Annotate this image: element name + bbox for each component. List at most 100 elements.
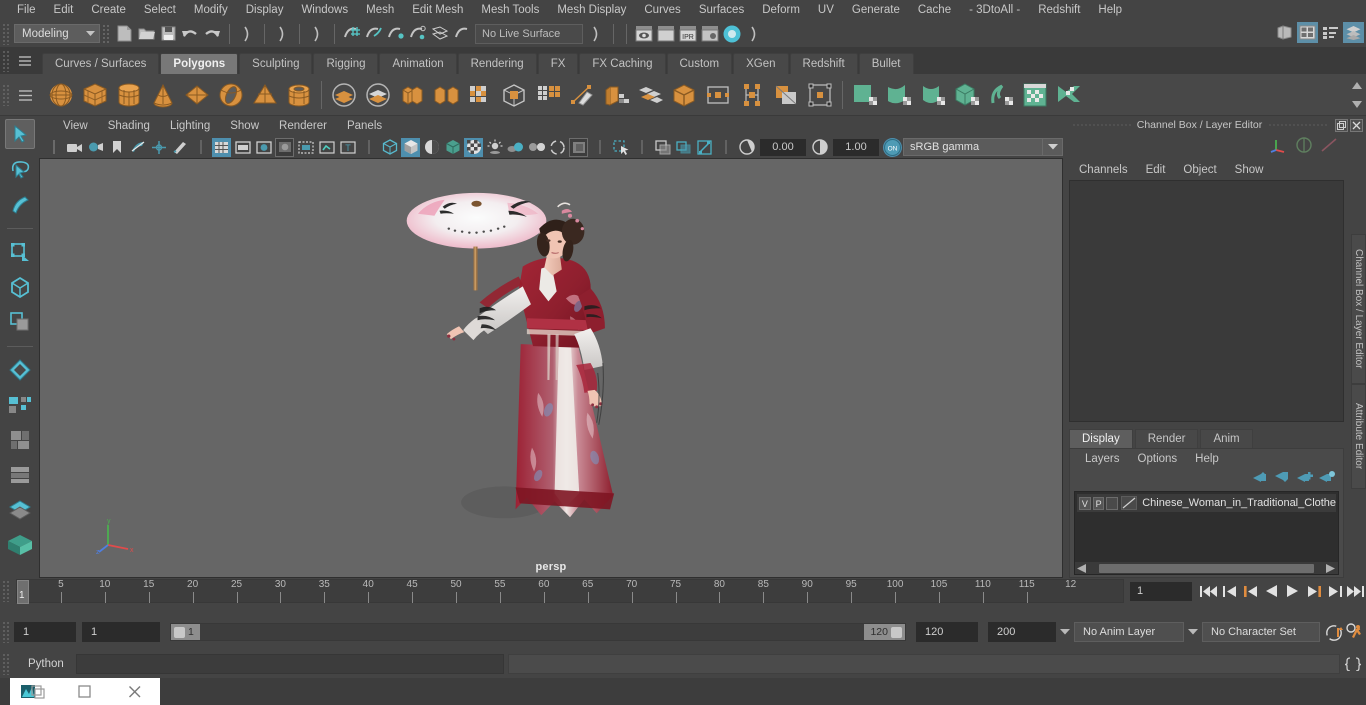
command-line-grip[interactable]	[2, 653, 11, 675]
axis-gizmo-icon[interactable]	[1270, 137, 1288, 158]
layer-tab-anim[interactable]: Anim	[1200, 429, 1253, 448]
undock-panel-icon[interactable]	[1335, 118, 1348, 132]
animation-end-time-field[interactable]: 200	[988, 622, 1056, 642]
unfold-icon[interactable]	[984, 78, 1018, 112]
textured-icon[interactable]	[443, 138, 462, 157]
menu-item-uv[interactable]: UV	[809, 0, 843, 20]
boolean-difference-icon[interactable]	[361, 78, 395, 112]
step-forward-frame-icon[interactable]	[1303, 581, 1324, 602]
grid-toggle-icon[interactable]	[212, 137, 231, 157]
separate-icon[interactable]	[429, 78, 463, 112]
menu-item-select[interactable]: Select	[135, 0, 185, 20]
live-surface-field[interactable]: No Live Surface	[475, 23, 583, 44]
redo-icon[interactable]	[201, 23, 223, 45]
menu-item-create[interactable]: Create	[82, 0, 135, 20]
ambient-occlusion-icon[interactable]	[506, 138, 525, 157]
two-d-pan-zoom-icon[interactable]	[149, 138, 168, 157]
select-by-component-icon[interactable]	[306, 23, 328, 45]
select-by-object-icon[interactable]	[271, 23, 293, 45]
channel-menu-object[interactable]: Object	[1174, 160, 1225, 180]
fill-hole-icon[interactable]	[803, 78, 837, 112]
menu-item-redshift[interactable]: Redshift	[1029, 0, 1089, 20]
multi-cut-icon[interactable]	[565, 78, 599, 112]
layer-list-horizontal-scrollbar[interactable]	[1075, 562, 1338, 574]
spherical-map-icon[interactable]	[950, 78, 984, 112]
auto-keyframe-toggle-icon[interactable]	[1324, 622, 1345, 643]
gate-mask-icon[interactable]	[275, 137, 294, 157]
shelf-options-menu-icon[interactable]	[14, 84, 36, 106]
layer-visibility-toggle[interactable]: V	[1079, 496, 1091, 510]
uv-editor-icon[interactable]	[848, 78, 882, 112]
panel-menu-view[interactable]: View	[53, 116, 98, 136]
range-start-grip[interactable]	[174, 626, 185, 638]
select-tool-button[interactable]	[4, 119, 35, 149]
poly-pyramid-icon[interactable]	[248, 78, 282, 112]
save-scene-icon[interactable]	[157, 23, 179, 45]
cylindrical-map-icon[interactable]	[916, 78, 950, 112]
animation-preferences-icon[interactable]	[1345, 622, 1366, 643]
command-language-label[interactable]: Python	[14, 658, 76, 670]
motion-blur-icon[interactable]	[527, 138, 546, 157]
poly-pipe-icon[interactable]	[282, 78, 316, 112]
last-tool-used-button[interactable]	[5, 355, 35, 385]
offset-edge-loop-icon[interactable]	[701, 78, 735, 112]
smooth-icon[interactable]	[531, 78, 565, 112]
menu-item-curves[interactable]: Curves	[635, 0, 689, 20]
character-set-selector[interactable]: No Character Set	[1202, 622, 1320, 642]
menu-item-windows[interactable]: Windows	[292, 0, 357, 20]
menu-item-help[interactable]: Help	[1089, 0, 1131, 20]
move-layer-up-icon[interactable]	[1252, 470, 1269, 489]
snap-to-view-plane-icon[interactable]	[451, 23, 473, 45]
time-slider-current-frame-marker[interactable]: 1	[17, 580, 29, 604]
extrude-icon[interactable]	[463, 78, 497, 112]
layer-menu-help[interactable]: Help	[1186, 449, 1228, 469]
view-cube-icon[interactable]	[5, 530, 35, 560]
circle-tool-icon[interactable]	[1296, 136, 1312, 158]
wireframe-icon[interactable]	[380, 138, 399, 157]
layer-name-label[interactable]: Chinese_Woman_in_Traditional_Clothes_A_	[1142, 497, 1336, 509]
color-management-on-icon[interactable]: ON	[883, 137, 902, 157]
shelf-tab-animation[interactable]: Animation	[379, 53, 457, 74]
side-tab-attribute-editor[interactable]: Attribute Editor	[1351, 384, 1366, 489]
select-by-hierarchy-icon-3[interactable]	[743, 23, 765, 45]
menu-item-display[interactable]: Display	[237, 0, 293, 20]
script-editor-icon[interactable]	[1340, 653, 1366, 675]
hypershade-icon[interactable]	[721, 23, 743, 45]
tool-settings-icon[interactable]	[1343, 22, 1364, 43]
redo-render-icon[interactable]	[655, 23, 677, 45]
bridge-icon[interactable]	[769, 78, 803, 112]
channel-box-layer-editor-icon[interactable]	[1297, 22, 1318, 43]
shelf-tab-rendering[interactable]: Rendering	[457, 53, 537, 74]
lasso-select-tool-button[interactable]	[5, 154, 35, 184]
new-scene-icon[interactable]	[113, 23, 135, 45]
color-profile-chevron-down-icon[interactable]	[1043, 138, 1063, 156]
channel-box-list[interactable]	[1069, 180, 1344, 422]
safe-title-icon[interactable]: T	[338, 138, 357, 157]
range-end-handle[interactable]: 120	[864, 624, 905, 640]
shelf-tab-redshift[interactable]: Redshift	[789, 53, 858, 74]
close-window-icon[interactable]	[110, 678, 160, 705]
shelf-tab-polygons[interactable]: Polygons	[160, 53, 239, 74]
current-frame-field[interactable]: 1	[1130, 581, 1192, 601]
film-gate-icon[interactable]	[233, 138, 252, 157]
shelf-grip[interactable]	[2, 50, 11, 72]
menu-item-generate[interactable]: Generate	[843, 0, 909, 20]
panel-menu-lighting[interactable]: Lighting	[160, 116, 220, 136]
show-manipulator-tool-button[interactable]	[5, 390, 35, 420]
image-plane-icon[interactable]	[128, 138, 147, 157]
layer-row[interactable]: V P Chinese_Woman_in_Traditional_Clothes…	[1077, 494, 1336, 512]
grease-pencil-icon[interactable]	[170, 138, 189, 157]
isolate-select-icon[interactable]	[611, 138, 630, 157]
create-layer-from-selected-icon[interactable]	[1318, 470, 1335, 489]
move-tool-button[interactable]	[5, 237, 35, 267]
smooth-shade-icon[interactable]	[401, 137, 420, 157]
layer-playback-toggle[interactable]: P	[1092, 496, 1105, 510]
quad-draw-icon[interactable]	[633, 78, 667, 112]
snap-to-curve-icon[interactable]	[363, 23, 385, 45]
uv-snapshot-icon[interactable]	[1018, 78, 1052, 112]
menu-item-mesh-tools[interactable]: Mesh Tools	[472, 0, 548, 20]
menu-item-cache[interactable]: Cache	[909, 0, 960, 20]
ipr-render-icon[interactable]: IPR	[677, 23, 699, 45]
snap-to-grid-icon[interactable]	[341, 23, 363, 45]
xray-joints-icon[interactable]	[674, 138, 693, 157]
